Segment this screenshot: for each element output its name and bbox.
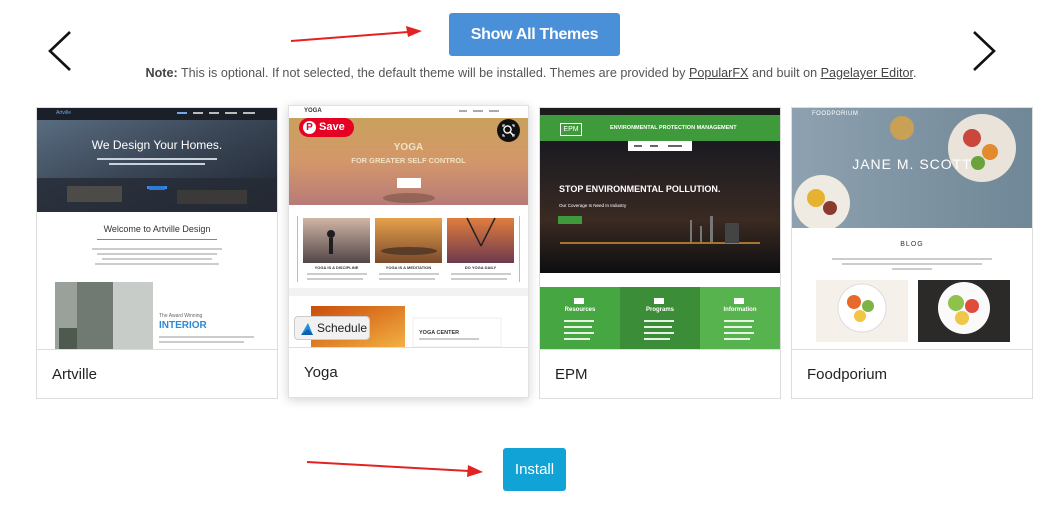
foodporium-section: BLOG	[900, 241, 924, 248]
annotation-arrow-icon	[306, 461, 483, 477]
epm-col-resources: Resources	[564, 307, 596, 313]
theme-card-artville[interactable]: Artville We Design Your Homes. Welcome t…	[36, 107, 278, 399]
pinterest-save-label: Save	[319, 121, 345, 133]
yoga-logo: YOGA	[304, 108, 322, 114]
yoga-center-title: YOGA CENTER	[419, 330, 460, 336]
theme-preview-yoga[interactable]: YOGA YOGA FOR GREATER SELF CONTROL YOGA …	[289, 106, 528, 348]
yoga-tile-2: YOGA IS A MEDITATION	[385, 265, 432, 270]
theme-card-epm[interactable]: EPM ENVIRONMENTAL PROTECTION MANAGEMENT …	[539, 107, 781, 399]
foodporium-logo: FOODPORIUM	[812, 111, 859, 117]
schedule-label: Schedule	[317, 321, 368, 335]
theme-name-epm: EPM	[555, 366, 588, 383]
epm-hero-title: STOP ENVIRONMENTAL POLLUTION.	[559, 184, 721, 194]
theme-name-yoga: Yoga	[304, 364, 338, 381]
epm-col-information: Information	[723, 307, 757, 313]
install-button[interactable]: Install	[503, 448, 566, 491]
epm-hero-subtitle: Our Coverage Is Need In Industry	[559, 203, 627, 208]
pagelayer-link[interactable]: Pagelayer Editor	[821, 66, 913, 80]
theme-preview-foodporium[interactable]: FOODPORIUM JANE M. SCOTT BLOG	[792, 108, 1032, 350]
yoga-hero-title: YOGA	[393, 142, 424, 153]
epm-logo: EPM	[560, 123, 582, 136]
artville-hero-title: We Design Your Homes.	[91, 138, 223, 152]
note-prefix: Note:	[145, 66, 178, 80]
artville-interior: INTERIOR	[159, 320, 207, 331]
schedule-button[interactable]: Schedule	[294, 316, 370, 340]
visual-search-icon[interactable]	[497, 119, 520, 142]
pinterest-icon: P	[303, 121, 316, 134]
pinterest-save-button[interactable]: P Save	[299, 118, 354, 137]
annotation-arrow-icon	[290, 26, 422, 42]
show-all-themes-button[interactable]: Show All Themes	[449, 13, 620, 56]
note-text: This is optional. If not selected, the d…	[177, 66, 689, 80]
yoga-tile-1: YOGA IS A DISCIPLINE	[314, 265, 359, 270]
theme-card-yoga[interactable]: YOGA YOGA FOR GREATER SELF CONTROL YOGA …	[288, 105, 529, 398]
theme-card-foodporium[interactable]: FOODPORIUM JANE M. SCOTT BLOG Foodporium	[791, 107, 1033, 399]
yoga-tile-3: DO YOGA DAILY	[464, 265, 497, 270]
theme-note: Note: This is optional. If not selected,…	[0, 66, 1062, 80]
theme-name-foodporium: Foodporium	[807, 366, 888, 383]
popularfx-link[interactable]: PopularFX	[689, 66, 749, 80]
note-suffix: .	[913, 66, 917, 80]
epm-col-programs: Programs	[645, 307, 674, 313]
theme-name-artville: Artville	[52, 366, 98, 383]
artville-welcome: Welcome to Artville Design	[103, 224, 211, 234]
theme-preview-artville[interactable]: Artville We Design Your Homes. Welcome t…	[37, 108, 277, 350]
artville-logo: Artville	[56, 110, 72, 116]
epm-header-title: ENVIRONMENTAL PROTECTION MANAGEMENT	[610, 125, 737, 131]
note-middle: and built on	[748, 66, 821, 80]
theme-preview-epm[interactable]: EPM ENVIRONMENTAL PROTECTION MANAGEMENT …	[540, 108, 780, 350]
schedule-icon	[300, 321, 314, 343]
foodporium-hero-title: JANE M. SCOTT	[852, 156, 972, 172]
artville-award: The Award Winning	[159, 313, 203, 319]
yoga-hero-subtitle: FOR GREATER SELF CONTROL	[351, 156, 466, 165]
